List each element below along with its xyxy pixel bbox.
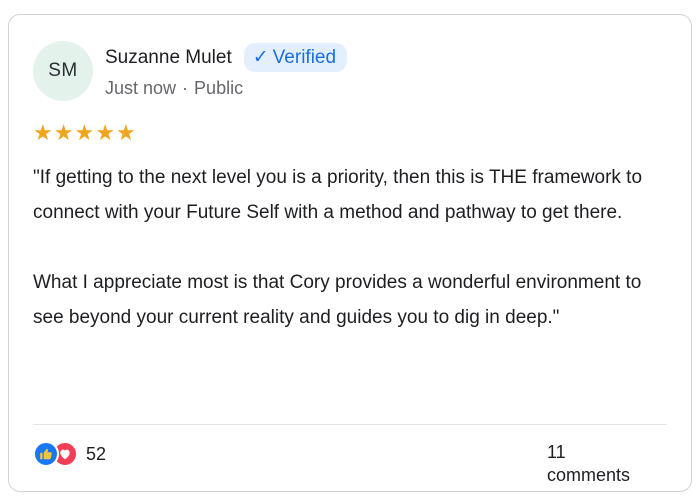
star-rating: ★★★★★ [33,120,137,146]
name-row: Suzanne Mulet ✓ Verified [105,43,348,72]
author-info: Suzanne Mulet ✓ Verified Just now · Public [105,43,348,99]
verified-badge: ✓ Verified [243,43,348,72]
author-name[interactable]: Suzanne Mulet [105,47,232,69]
reactions-summary[interactable]: 52 [33,441,106,467]
post-time[interactable]: Just now [105,78,176,98]
review-paragraph-2: What I appreciate most is that Cory prov… [33,272,642,328]
star-icon: ★ [33,120,54,145]
avatar-initials: SM [48,60,78,81]
checkmark-icon: ✓ [252,47,269,68]
avatar[interactable]: SM [33,41,93,101]
review-card: SM Suzanne Mulet ✓ Verified Just now · Pub… [8,14,692,492]
like-icon [33,441,59,467]
star-icon: ★ [74,120,96,145]
comments-count[interactable]: 11 comments [547,441,657,487]
post-visibility: Public [194,78,244,98]
meta-separator: · [182,78,189,98]
review-paragraph-1: "If getting to the next level you is a p… [33,167,643,223]
reaction-count: 52 [86,443,107,464]
comments-number: 11 [547,442,566,462]
divider [33,424,667,425]
star-icon: ★ [95,120,116,145]
review-text: "If getting to the next level you is a p… [33,160,665,335]
post-meta: Just now · Public [105,78,347,99]
verified-label: Verified [272,46,337,68]
comments-label: comments [547,465,631,485]
review-header: SM Suzanne Mulet ✓ Verified Just now · Pub… [33,41,348,101]
star-icon: ★ [53,120,75,145]
star-icon: ★ [115,120,137,145]
